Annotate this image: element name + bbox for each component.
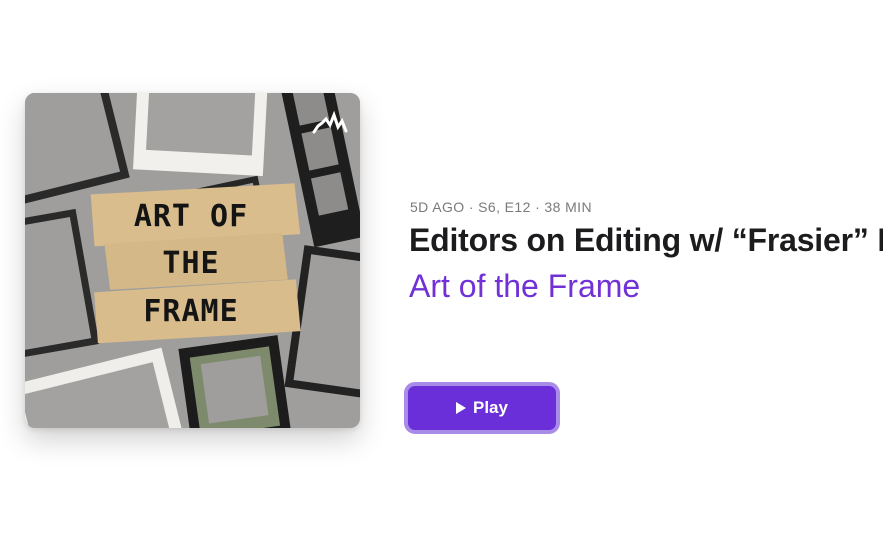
- episode-meta: 5D AGO · S6, E12 · 38 MIN: [410, 199, 592, 215]
- artwork-tape-line-1: ART OF: [134, 199, 248, 234]
- artwork-tape-line-3: FRAME: [143, 294, 238, 329]
- episode-page: ART OF THE FRAME 5D AGO · S6, E12 · 38 M…: [0, 0, 883, 560]
- white-polaroid-top: [133, 93, 269, 177]
- play-button-label: Play: [473, 398, 508, 417]
- show-title-link[interactable]: Art of the Frame: [409, 268, 640, 305]
- play-icon: [456, 402, 466, 414]
- episode-title: Editors on Editing w/ “Frasier” Editor: [409, 222, 883, 258]
- artwork-tape-line-2: THE: [162, 246, 219, 281]
- podcast-artwork[interactable]: ART OF THE FRAME: [25, 93, 360, 428]
- play-button[interactable]: Play: [404, 382, 560, 434]
- artwork-illustration: ART OF THE FRAME: [25, 93, 360, 428]
- film-strip-bottom: [178, 335, 293, 428]
